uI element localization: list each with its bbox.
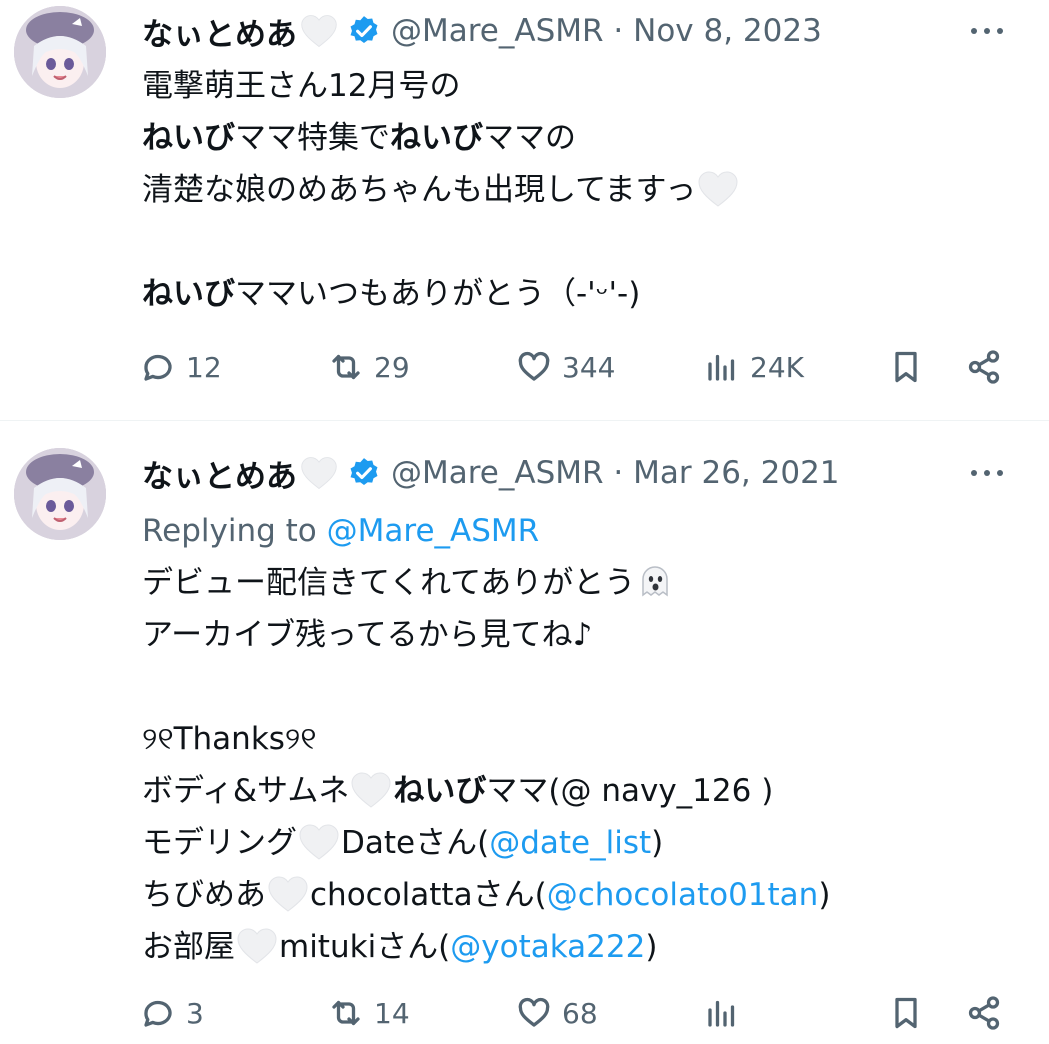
- white-heart-emoji: [299, 455, 339, 491]
- reply-count: 3: [186, 996, 204, 1030]
- text-line: お部屋: [142, 929, 235, 965]
- repost-count: 14: [374, 996, 410, 1030]
- text-line: ): [651, 825, 664, 861]
- repost-count: 29: [374, 350, 410, 384]
- mention-link[interactable]: @chocolato01tan: [547, 877, 819, 913]
- repost-button[interactable]: 29: [328, 342, 410, 392]
- bold-text: ねいび: [142, 120, 235, 156]
- tweet[interactable]: なぃとめあ @Mare_ASMR · Mar 26, 2021 Replying…: [0, 421, 1049, 1044]
- author-handle[interactable]: @Mare_ASMR: [391, 13, 604, 49]
- verified-badge-icon[interactable]: [347, 14, 381, 48]
- tweet-text: Replying to @Mare_ASMR デビュー配信きてくれてありがとう …: [142, 505, 830, 973]
- more-icon[interactable]: [971, 468, 1003, 478]
- like-button[interactable]: 344: [516, 342, 615, 392]
- text-line: モデリング: [142, 825, 297, 861]
- replying-to: Replying to @Mare_ASMR: [142, 505, 830, 557]
- avatar[interactable]: [14, 448, 106, 540]
- mention-link[interactable]: @yotaka222: [450, 929, 645, 965]
- bookmark-button[interactable]: [888, 988, 924, 1038]
- repost-icon: [332, 354, 360, 380]
- text-line: 電撃萌王さん12月号の: [142, 68, 461, 104]
- like-count: 344: [562, 350, 616, 384]
- views-icon: [708, 1000, 735, 1027]
- ghost-emoji: [642, 566, 668, 597]
- text-line: デビュー配信きてくれてありがとう: [142, 565, 636, 601]
- tweet-header: なぃとめあ @Mare_ASMR · Mar 26, 2021: [142, 451, 840, 496]
- text-line: ): [818, 877, 831, 913]
- bookmark-icon: [895, 997, 917, 1029]
- reply-button[interactable]: 3: [140, 988, 204, 1038]
- white-heart-emoji: [299, 13, 339, 49]
- verified-badge-icon[interactable]: [347, 456, 381, 490]
- author-handle[interactable]: @Mare_ASMR: [391, 455, 604, 491]
- avatar[interactable]: [14, 6, 106, 98]
- reply-icon: [144, 354, 172, 381]
- white-heart-emoji: [696, 170, 740, 208]
- text-line: ママいつもありがとう（-'ᵕ'-): [235, 276, 641, 312]
- share-icon: [968, 350, 1000, 384]
- text-line: ): [645, 929, 658, 965]
- action-bar: 3 14 68: [140, 988, 1020, 1038]
- tweet-header: なぃとめあ @Mare_ASMR · Nov 8, 2023: [142, 9, 822, 54]
- tweet-date[interactable]: Nov 8, 2023: [633, 13, 822, 49]
- like-icon: [518, 997, 550, 1027]
- text-line: ボディ&サムネ: [142, 773, 350, 809]
- tweet[interactable]: なぃとめあ @Mare_ASMR · Nov 8, 2023 電撃萌王さん12月…: [0, 0, 1049, 420]
- repost-button[interactable]: 14: [328, 988, 410, 1038]
- white-heart-emoji: [266, 875, 310, 913]
- author-name[interactable]: なぃとめあ: [142, 451, 297, 496]
- white-heart-emoji: [235, 927, 279, 965]
- replying-handle-link[interactable]: @Mare_ASMR: [327, 513, 540, 549]
- tweet-date[interactable]: Mar 26, 2021: [633, 455, 839, 491]
- views-button[interactable]: [704, 988, 750, 1038]
- views-icon: [708, 354, 735, 381]
- text-line: ママの: [483, 120, 576, 156]
- share-icon: [968, 996, 1000, 1030]
- white-heart-emoji: [297, 823, 341, 861]
- share-button[interactable]: [966, 342, 1002, 392]
- bold-text: ねいび: [393, 773, 487, 809]
- text-line: アーカイブ残ってるから見てね♪: [142, 617, 593, 653]
- separator-dot: ·: [603, 13, 634, 49]
- separator-dot: ·: [603, 455, 634, 491]
- text-line: ママ特集で: [235, 120, 390, 156]
- text-line: ママ(@ navy_126 ): [486, 773, 774, 809]
- bookmark-icon: [895, 351, 917, 383]
- author-name[interactable]: なぃとめあ: [142, 9, 297, 54]
- bold-text: ねいび: [390, 120, 483, 156]
- like-button[interactable]: 68: [516, 988, 598, 1038]
- text-line: 清楚な娘のめあちゃんも出現してますっ: [142, 172, 697, 208]
- action-bar: 12 29 344 24K: [140, 342, 1020, 392]
- like-count: 68: [562, 996, 598, 1030]
- bold-text: ねいび: [142, 276, 235, 312]
- more-icon[interactable]: [971, 26, 1003, 36]
- text-line: Dateさん(: [341, 825, 490, 861]
- text-line: ちびめあ: [142, 877, 266, 913]
- tweet-text: 電撃萌王さん12月号の ねいびママ特集でねいびママの 清楚な娘のめあちゃんも出現…: [142, 60, 740, 320]
- reply-icon: [144, 1000, 172, 1027]
- views-button[interactable]: 24K: [704, 342, 804, 392]
- reply-button[interactable]: 12: [140, 342, 222, 392]
- replying-label: Replying to: [142, 513, 317, 549]
- repost-icon: [332, 1000, 360, 1026]
- white-heart-emoji: [349, 771, 393, 809]
- text-line: chocolattaさん(: [310, 877, 547, 913]
- mention-link[interactable]: @date_list: [489, 825, 651, 861]
- share-button[interactable]: [966, 988, 1002, 1038]
- reply-count: 12: [186, 350, 222, 384]
- text-line: mitukiさん(: [279, 929, 451, 965]
- views-count: 24K: [750, 350, 804, 384]
- like-icon: [518, 351, 550, 381]
- bookmark-button[interactable]: [888, 342, 924, 392]
- text-line: ୨୧Thanks୨୧: [142, 721, 317, 757]
